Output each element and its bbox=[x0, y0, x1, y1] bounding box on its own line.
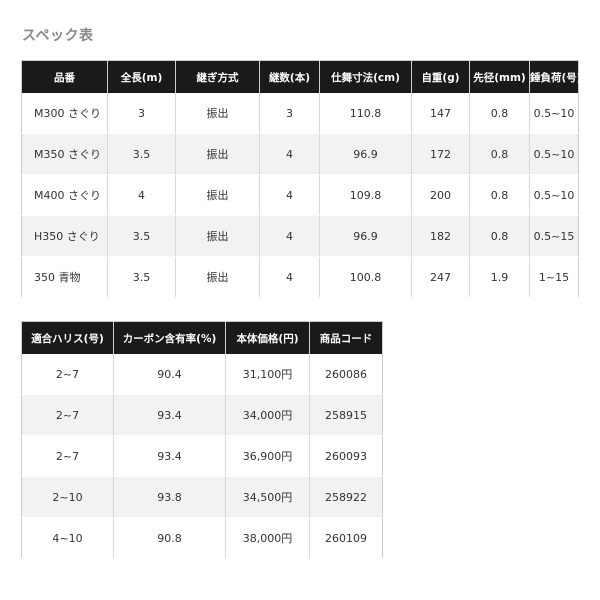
table-cell: 0.5~10 bbox=[529, 174, 579, 216]
table-row: M350 さぐり 3.5 振出 4 96.9 172 0.8 0.5~10 bbox=[21, 133, 579, 175]
table-cell: 96.9 bbox=[319, 133, 412, 175]
table-cell: 1.9 bbox=[469, 256, 530, 298]
table-cell: 90.8 bbox=[113, 517, 226, 559]
column-header: カーボン含有率(%) bbox=[113, 321, 226, 354]
table-cell: 3.5 bbox=[107, 256, 176, 298]
table-row: 350 青物 3.5 振出 4 100.8 247 1.9 1~15 bbox=[21, 256, 579, 298]
table-cell: 0.5~10 bbox=[529, 133, 579, 175]
table-row: 2~7 93.4 34,000円 258915 bbox=[21, 394, 383, 436]
table-row: 2~7 93.4 36,900円 260093 bbox=[21, 435, 383, 477]
spec-table-price: 適合ハリス(号) カーボン含有率(%) 本体価格(円) 商品コード 2~7 90… bbox=[21, 321, 383, 559]
table-cell: 1~15 bbox=[529, 256, 579, 298]
table-cell: 182 bbox=[411, 215, 470, 257]
table-cell: 96.9 bbox=[319, 215, 412, 257]
column-header: 仕舞寸法(cm) bbox=[319, 60, 412, 93]
table-cell: 0.8 bbox=[469, 133, 530, 175]
table-row: M300 さぐり 3 振出 3 110.8 147 0.8 0.5~10 bbox=[21, 93, 579, 134]
table-cell: 0.8 bbox=[469, 174, 530, 216]
table-cell: 振出 bbox=[175, 93, 260, 134]
table-row: 2~7 90.4 31,100円 260086 bbox=[21, 354, 383, 395]
table-cell: 0.5~15 bbox=[529, 215, 579, 257]
table-cell: 38,000円 bbox=[225, 517, 310, 559]
table-cell: 200 bbox=[411, 174, 470, 216]
table-cell: 振出 bbox=[175, 215, 260, 257]
table-cell: 3 bbox=[107, 93, 176, 134]
table-row: 2~10 93.8 34,500円 258922 bbox=[21, 476, 383, 518]
table-cell: 260093 bbox=[309, 435, 383, 477]
table-cell: 0.5~10 bbox=[529, 93, 579, 134]
table-cell: 34,500円 bbox=[225, 476, 310, 518]
column-header: 継ぎ方式 bbox=[175, 60, 260, 93]
table-cell: 4 bbox=[259, 174, 320, 216]
table-cell: 0.8 bbox=[469, 93, 530, 134]
table-cell: 93.4 bbox=[113, 394, 226, 436]
table-cell: 147 bbox=[411, 93, 470, 134]
table-cell: 31,100円 bbox=[225, 354, 310, 395]
column-header: 継数(本) bbox=[259, 60, 320, 93]
table-cell: 350 青物 bbox=[21, 256, 108, 298]
table-cell: M400 さぐり bbox=[21, 174, 108, 216]
column-header: 先径(mm) bbox=[469, 60, 530, 93]
table-cell: 258922 bbox=[309, 476, 383, 518]
table-cell: 109.8 bbox=[319, 174, 412, 216]
table-cell: M350 さぐり bbox=[21, 133, 108, 175]
table-cell: 258915 bbox=[309, 394, 383, 436]
table-cell: 4 bbox=[259, 215, 320, 257]
table-cell: 110.8 bbox=[319, 93, 412, 134]
table-cell: 3.5 bbox=[107, 215, 176, 257]
column-header: 自重(g) bbox=[411, 60, 470, 93]
table-cell: 振出 bbox=[175, 174, 260, 216]
column-header: 品番 bbox=[21, 60, 108, 93]
table-cell: 振出 bbox=[175, 256, 260, 298]
table-cell: 3 bbox=[259, 93, 320, 134]
page-title: スペック表 bbox=[22, 28, 94, 44]
table-cell: 2~10 bbox=[21, 476, 114, 518]
table-row: H350 さぐり 3.5 振出 4 96.9 182 0.8 0.5~15 bbox=[21, 215, 579, 257]
table-cell: M300 さぐり bbox=[21, 93, 108, 134]
table-header-row: 適合ハリス(号) カーボン含有率(%) 本体価格(円) 商品コード bbox=[21, 321, 383, 354]
table-cell: 4~10 bbox=[21, 517, 114, 559]
table-cell: 172 bbox=[411, 133, 470, 175]
column-header: 適合ハリス(号) bbox=[21, 321, 114, 354]
column-header: 商品コード bbox=[309, 321, 383, 354]
table-cell: 93.4 bbox=[113, 435, 226, 477]
table-cell: 0.8 bbox=[469, 215, 530, 257]
table-row: M400 さぐり 4 振出 4 109.8 200 0.8 0.5~10 bbox=[21, 174, 579, 216]
table-cell: H350 さぐり bbox=[21, 215, 108, 257]
table-cell: 3.5 bbox=[107, 133, 176, 175]
table-cell: 247 bbox=[411, 256, 470, 298]
column-header: 全長(m) bbox=[107, 60, 176, 93]
table-cell: 260109 bbox=[309, 517, 383, 559]
table-cell: 100.8 bbox=[319, 256, 412, 298]
table-cell: 2~7 bbox=[21, 354, 114, 395]
table-cell: 90.4 bbox=[113, 354, 226, 395]
table-cell: 振出 bbox=[175, 133, 260, 175]
column-header: 錘負荷(号) bbox=[529, 60, 582, 93]
table-header-row: 品番 全長(m) 継ぎ方式 継数(本) 仕舞寸法(cm) 自重(g) 先径(mm… bbox=[21, 60, 582, 93]
table-cell: 2~7 bbox=[21, 394, 114, 436]
column-header: 本体価格(円) bbox=[225, 321, 310, 354]
table-cell: 260086 bbox=[309, 354, 383, 395]
table-cell: 36,900円 bbox=[225, 435, 310, 477]
spec-table-main: 品番 全長(m) 継ぎ方式 継数(本) 仕舞寸法(cm) 自重(g) 先径(mm… bbox=[21, 60, 582, 298]
table-cell: 4 bbox=[259, 256, 320, 298]
table-cell: 4 bbox=[259, 133, 320, 175]
table-cell: 4 bbox=[107, 174, 176, 216]
table-row: 4~10 90.8 38,000円 260109 bbox=[21, 517, 383, 559]
table-cell: 93.8 bbox=[113, 476, 226, 518]
table-cell: 2~7 bbox=[21, 435, 114, 477]
table-cell: 34,000円 bbox=[225, 394, 310, 436]
